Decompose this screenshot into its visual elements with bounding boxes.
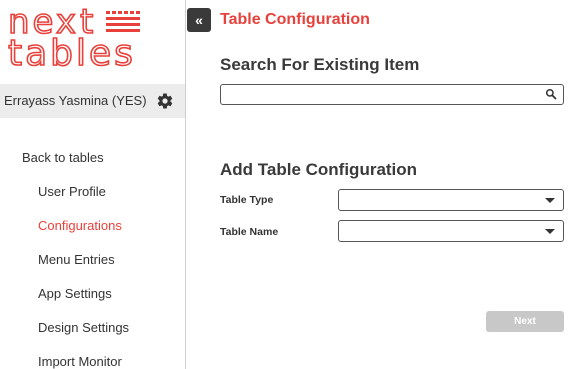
user-name: Errayass Yasmina (YES) bbox=[4, 93, 147, 108]
add-configuration-heading: Add Table Configuration bbox=[220, 160, 418, 179]
next-button[interactable]: Next bbox=[486, 311, 564, 332]
sidebar: nex t tables Errayass Yasmina (YES) Back… bbox=[0, 0, 186, 369]
sidebar-item-menu-entries[interactable]: Menu Entries bbox=[38, 252, 115, 267]
page-title: Table Configuration bbox=[220, 11, 370, 28]
search-heading: Search For Existing Item bbox=[220, 55, 420, 74]
table-name-label: Table Name bbox=[220, 226, 279, 238]
sidebar-item-design-settings[interactable]: Design Settings bbox=[38, 320, 129, 335]
sidebar-item-app-settings[interactable]: App Settings bbox=[38, 286, 112, 301]
sidebar-item-import-monitor[interactable]: Import Monitor bbox=[38, 354, 122, 369]
svg-text:tables: tables bbox=[8, 33, 136, 69]
search-input[interactable] bbox=[221, 85, 539, 104]
sidebar-item-configurations[interactable]: Configurations bbox=[38, 218, 122, 233]
table-name-select[interactable] bbox=[338, 220, 564, 242]
table-type-select[interactable] bbox=[338, 189, 564, 211]
sidebar-item-back-to-tables[interactable]: Back to tables bbox=[22, 150, 104, 165]
collapse-sidebar-button[interactable]: « bbox=[187, 8, 211, 32]
table-type-label: Table Type bbox=[220, 194, 274, 206]
chevron-down-icon bbox=[545, 229, 555, 234]
search-icon[interactable] bbox=[545, 88, 557, 100]
chevron-down-icon bbox=[545, 198, 555, 203]
search-field bbox=[220, 84, 564, 105]
nexttables-logo[interactable]: nex t tables bbox=[6, 3, 168, 69]
sidebar-item-user-profile[interactable]: User Profile bbox=[38, 184, 106, 199]
gear-icon[interactable] bbox=[156, 92, 174, 110]
